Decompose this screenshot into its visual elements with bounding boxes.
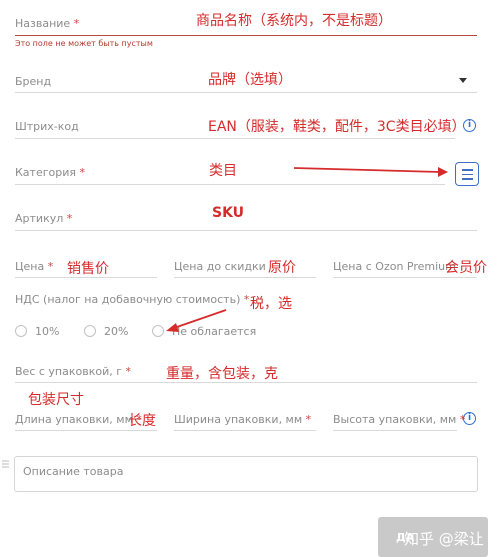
name-error-message: Это поле не может быть пустым <box>15 39 153 48</box>
annotation-name: 商品名称（系统内，不是标题） <box>196 13 392 29</box>
article-input-underline[interactable] <box>15 230 477 231</box>
watermark-text: 知乎 @梁让 <box>404 530 484 548</box>
annotation-brand: 品牌（选填） <box>208 72 292 88</box>
barcode-label: Штрих-код <box>15 120 79 133</box>
barcode-input-underline[interactable] <box>15 138 455 139</box>
annotation-sale-price: 销售价 <box>67 261 109 277</box>
vat-radio-10-label: 10% <box>35 325 60 338</box>
length-input-underline[interactable] <box>15 430 157 431</box>
price-premium-input-underline[interactable] <box>333 277 477 278</box>
arrow-icon <box>293 167 448 177</box>
vat-label: НДС (налог на добавочную стоимость) * <box>15 293 250 306</box>
list-icon <box>462 169 473 171</box>
drag-handle-icon[interactable] <box>2 459 10 471</box>
arrow-icon <box>166 309 227 332</box>
vat-radio-20-label: 20% <box>104 325 129 338</box>
category-label: Категория * <box>15 166 85 179</box>
name-input-underline[interactable] <box>15 35 477 36</box>
annotation-ean: EAN（服装，鞋类，配件，3C类目必填） <box>208 119 466 135</box>
caret-down-icon[interactable] <box>459 78 467 83</box>
annotation-category: 类目 <box>209 163 237 179</box>
brand-label: Бренд <box>15 75 52 88</box>
annotation-orig-price: 原价 <box>268 260 296 276</box>
vat-radio-20[interactable] <box>84 325 96 337</box>
weight-label: Вес с упаковкой, г * <box>15 365 131 378</box>
description-textarea[interactable] <box>14 456 478 492</box>
vat-radio-10[interactable] <box>15 325 27 337</box>
price-before-input-underline[interactable] <box>174 277 316 278</box>
height-input-underline[interactable] <box>333 430 457 431</box>
category-input-underline[interactable] <box>15 184 445 185</box>
price-label: Цена * <box>15 260 54 273</box>
annotation-sku: SKU <box>212 205 245 221</box>
brand-select-underline[interactable] <box>15 92 477 93</box>
annotation-weight: 重量，含包装，克 <box>166 366 278 382</box>
annotation-length: 长度 <box>128 413 156 429</box>
annotation-pkg-size: 包装尺寸 <box>28 392 84 408</box>
info-icon[interactable]: i <box>463 412 476 425</box>
width-label: Ширина упаковки, мм * <box>174 413 312 426</box>
article-label: Артикул * <box>15 212 73 225</box>
width-input-underline[interactable] <box>174 430 316 431</box>
annotation-member-price: 会员价 <box>445 260 487 276</box>
annotation-tax: 税，选 <box>250 296 292 312</box>
height-label: Высота упаковки, мм * <box>333 413 466 426</box>
price-premium-label: Цена с Ozon Premium <box>333 260 456 273</box>
category-list-button[interactable] <box>455 162 479 186</box>
name-label: Название * <box>15 17 80 30</box>
length-label: Длина упаковки, мм * <box>15 413 142 426</box>
price-before-label: Цена до скидки <box>174 260 266 273</box>
